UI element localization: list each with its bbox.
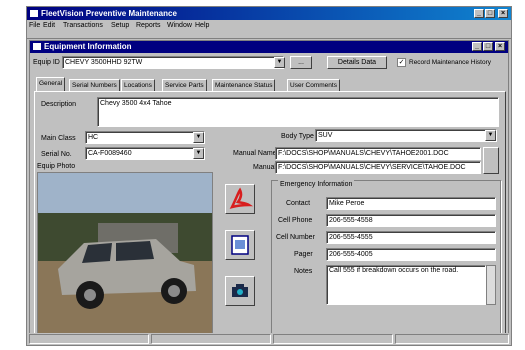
status-pane-2 (151, 334, 271, 344)
notes-field[interactable]: Call 555 if breakdown occurs on the road… (326, 265, 486, 305)
body-type-dropdown-icon[interactable]: ▼ (485, 130, 496, 141)
menu-window[interactable]: Window (167, 21, 192, 30)
equipment-titlebar: Equipment Information _ □ × (30, 41, 508, 53)
cell-phone-label: Cell Phone (278, 217, 313, 224)
equip-id-combo[interactable]: CHEVY 3500HHD 92TW (62, 56, 284, 69)
emergency-info-group: Emergency Information Contact Mike Peroe… (271, 180, 501, 336)
camera-button[interactable] (225, 276, 255, 306)
manual-field[interactable]: F:\DOCS\SHOP\MANUALS\CHEVY\SERVICE\TAHOE… (275, 161, 481, 174)
record-history-label: Record Maintenance History (409, 59, 492, 66)
minimize-button[interactable]: _ (474, 9, 484, 18)
view-image-button[interactable] (225, 230, 255, 260)
close-button[interactable]: × (498, 9, 508, 18)
cell-phone-field[interactable]: 206-555-4558 (326, 214, 496, 227)
app-titlebar: FleetVision Preventive Maintenance _ □ × (27, 7, 511, 20)
notes-label: Notes (294, 268, 313, 275)
tab-area: General Serial Numbers Locations Service… (34, 77, 506, 341)
menu-bar: File Edit Transactions Setup Reports Win… (27, 20, 511, 31)
manual-name-field[interactable]: F:\DOCS\SHOP\MANUALS\CHEVY\TAHOE2001.DOC (275, 147, 481, 160)
pdf-icon (229, 187, 254, 209)
manual-browse-button[interactable] (483, 147, 499, 174)
main-window: FleetVision Preventive Maintenance _ □ ×… (26, 6, 512, 346)
general-tab-panel: Description Chevy 3500 4x4 Tahoe Main Cl… (34, 91, 506, 339)
tab-user-comments[interactable]: User Comments (287, 79, 340, 91)
manual-name-label: Manual Name (233, 150, 277, 157)
tab-service-parts[interactable]: Service Parts (162, 79, 207, 91)
pager-field[interactable]: 206-555-4005 (326, 248, 496, 261)
child-maximize-button[interactable]: □ (483, 42, 493, 51)
menu-help[interactable]: Help (195, 21, 209, 30)
body-type-combo[interactable]: SUV (315, 129, 497, 142)
menu-edit[interactable]: Edit (43, 21, 55, 30)
description-field[interactable]: Chevy 3500 4x4 Tahoe (97, 97, 499, 127)
menu-setup[interactable]: Setup (111, 21, 129, 30)
menu-file[interactable]: File (29, 21, 40, 30)
body-type-label: Body Type (281, 133, 314, 140)
pager-label: Pager (294, 251, 313, 258)
status-pane-3 (273, 334, 393, 344)
serial-dropdown-icon[interactable]: ▼ (193, 148, 204, 159)
main-class-combo[interactable]: HC (85, 131, 205, 144)
equip-id-dropdown-icon[interactable]: ▼ (274, 57, 285, 68)
description-label: Description (41, 101, 77, 108)
camera-icon (232, 284, 248, 297)
cell-number-field[interactable]: 206-555-4555 (326, 231, 496, 244)
emergency-title: Emergency Information (278, 180, 355, 189)
tab-locations[interactable]: Locations (121, 79, 155, 91)
serial-label: Serial No. (41, 151, 72, 158)
maximize-button[interactable]: □ (485, 9, 495, 18)
child-minimize-button[interactable]: _ (472, 42, 482, 51)
open-manual-pdf-button[interactable] (225, 184, 255, 214)
menu-transactions[interactable]: Transactions (63, 21, 103, 30)
serial-combo[interactable]: CA-F0089460 (85, 147, 205, 160)
app-icon (30, 10, 38, 17)
status-pane-4 (395, 334, 509, 344)
main-class-dropdown-icon[interactable]: ▼ (193, 132, 204, 143)
equipment-window: Equipment Information _ □ × Equip ID CHE… (29, 40, 509, 344)
record-history-checkbox[interactable]: ✓ (397, 58, 406, 67)
equip-photo (37, 172, 213, 335)
cell-number-label: Cell Number (276, 234, 315, 241)
tab-maintenance-status[interactable]: Maintenance Status (212, 79, 276, 91)
main-class-label: Main Class (41, 135, 76, 142)
equip-id-label: Equip ID (33, 59, 60, 66)
manual-label: Manual (253, 164, 276, 171)
status-pane-1 (29, 334, 149, 344)
contact-label: Contact (286, 200, 311, 207)
tab-general[interactable]: General (36, 77, 66, 91)
details-data-button[interactable]: Details Data (327, 56, 387, 69)
window-icon (33, 43, 41, 50)
menu-reports[interactable]: Reports (136, 21, 161, 30)
child-close-button[interactable]: × (495, 42, 505, 51)
notes-scrollbar[interactable] (486, 265, 496, 305)
picture-icon (231, 235, 249, 255)
toolbar-divider (27, 31, 511, 39)
equipment-title: Equipment Information (44, 42, 132, 51)
app-title: FleetVision Preventive Maintenance (41, 9, 177, 18)
tab-serial-numbers[interactable]: Serial Numbers (69, 79, 120, 91)
contact-field[interactable]: Mike Peroe (326, 197, 496, 210)
equip-photo-label: Equip Photo (37, 163, 76, 170)
status-bar (27, 333, 511, 345)
suv-photo-image (38, 173, 212, 334)
lookup-button[interactable]: ... (290, 56, 312, 69)
